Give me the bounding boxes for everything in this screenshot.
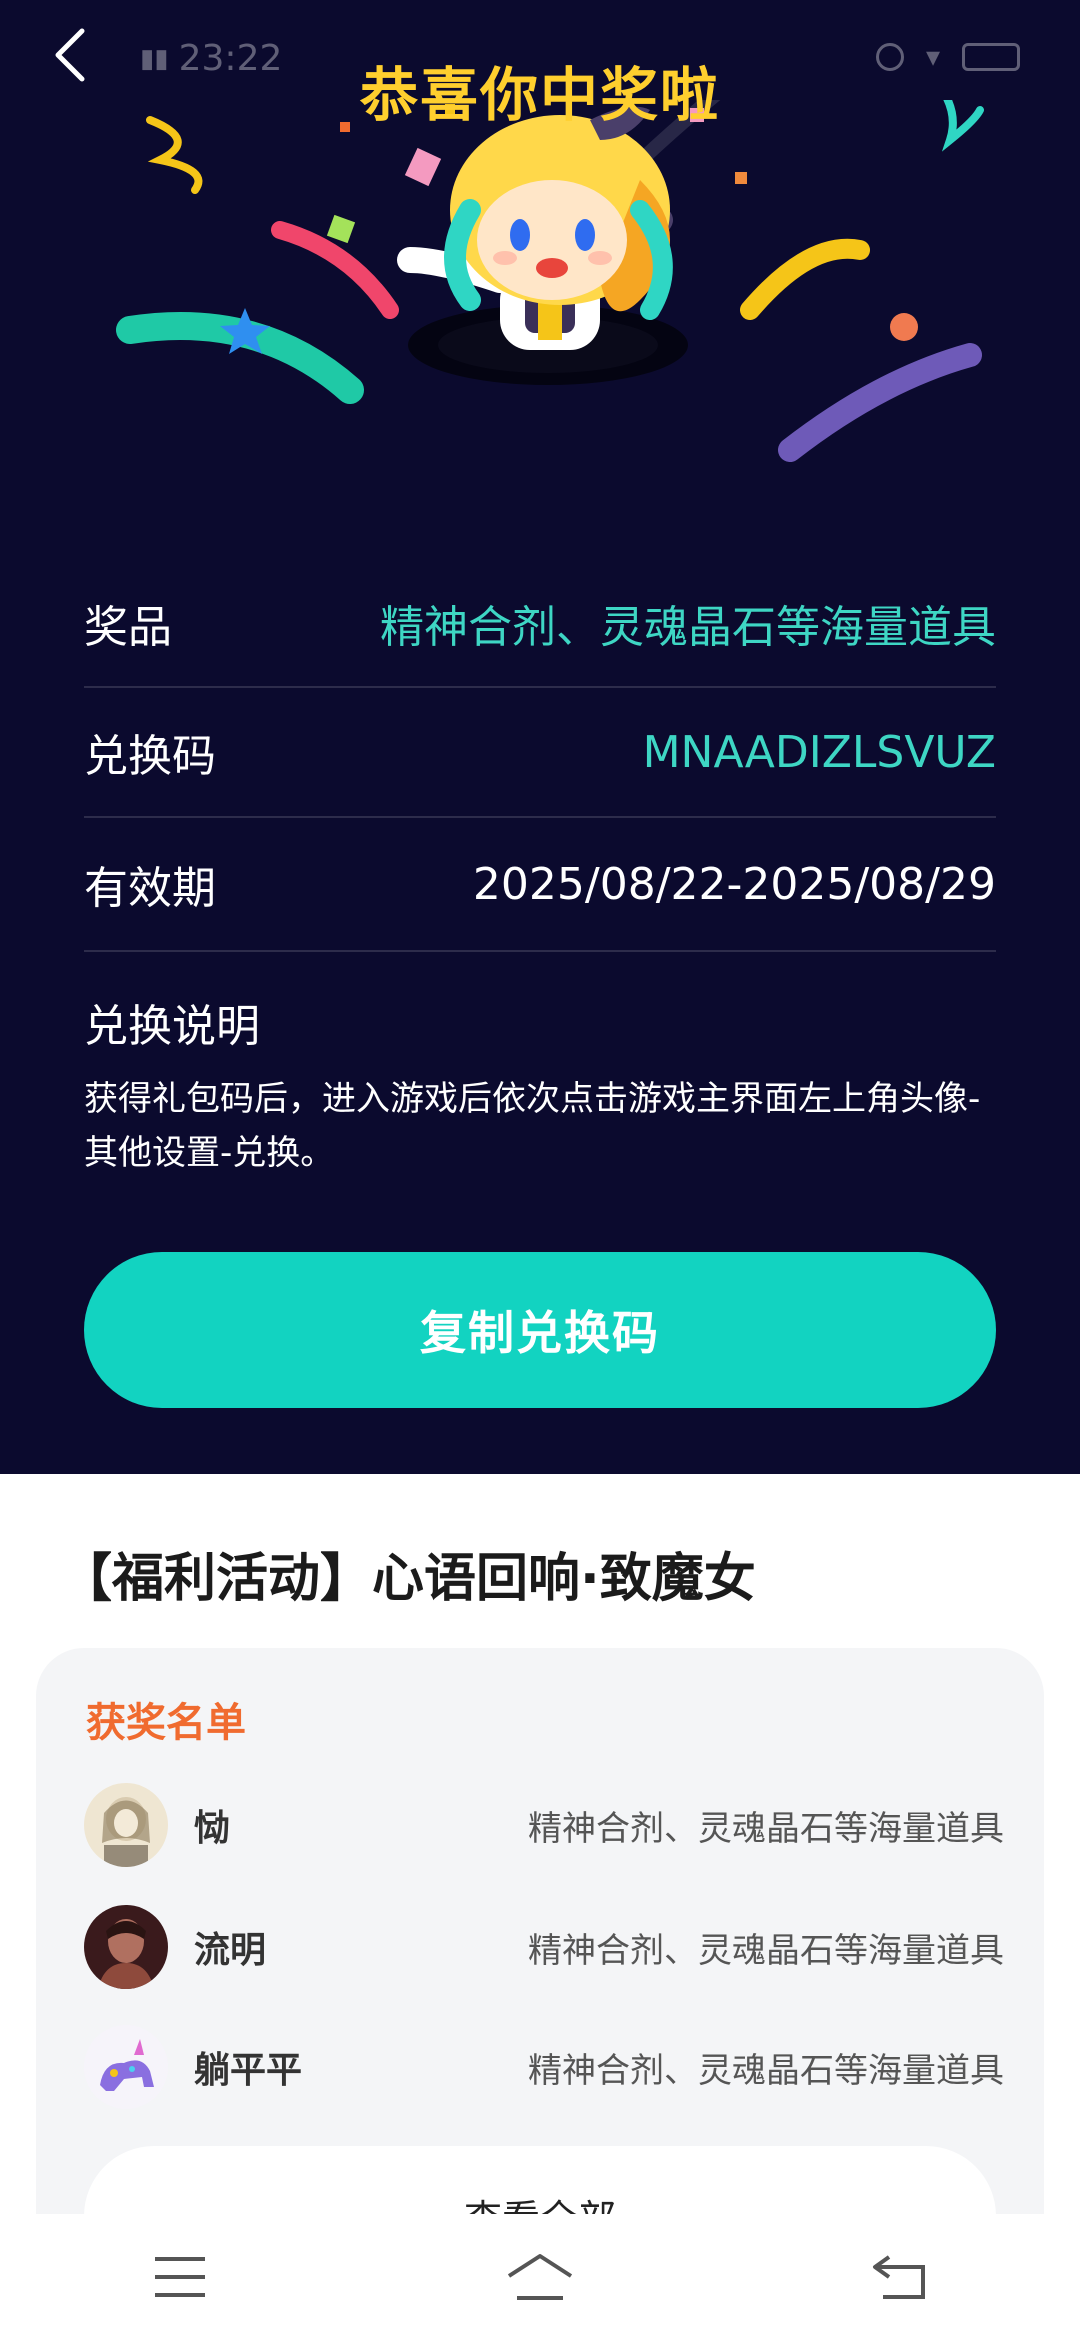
instructions-text: 获得礼包码后，进入游戏后依次点击游戏主界面左上角头像-其他设置-兑换。	[84, 1079, 981, 1173]
page-title: 恭喜你中奖啦	[359, 61, 720, 129]
prize-row: 奖品 精神合剂、灵魂晶石等海量道具	[84, 560, 996, 688]
winner-row: 躺平平 精神合剂、灵魂晶石等海量道具	[84, 2022, 1004, 2112]
winners-heading: 获奖名单	[86, 1700, 246, 1746]
system-nav-bar	[0, 2214, 1080, 2340]
redeem-code-label: 兑换码	[84, 731, 216, 782]
winner-prize: 精神合剂、灵魂晶石等海量道具	[528, 1930, 1004, 1971]
avatar	[84, 1783, 168, 1867]
instructions-title: 兑换说明	[84, 1001, 260, 1052]
avatar	[84, 1905, 168, 1989]
copy-code-button[interactable]: 复制兑换码	[84, 1252, 996, 1408]
menu-icon	[155, 2257, 205, 2297]
menu-nav-button[interactable]	[120, 2237, 240, 2317]
validity-label: 有效期	[84, 863, 216, 914]
activity-title: 【福利活动】心语回响·致魔女	[60, 1549, 756, 1609]
prize-value: 精神合剂、灵魂晶石等海量道具	[380, 602, 996, 653]
back-nav-button[interactable]	[840, 2237, 960, 2317]
winner-name: 流明	[194, 1930, 267, 1971]
redeem-code-row: 兑换码 MNAADIZLSVUZ	[84, 688, 996, 818]
avatar	[84, 2025, 168, 2109]
prize-hero-section: ▮▮ 23:22 ▾ 恭喜你中奖啦 奖品 精神合剂、灵魂晶石等海量道具 兑换码 …	[0, 0, 1080, 1474]
winner-prize: 精神合剂、灵魂晶石等海量道具	[528, 1808, 1004, 1849]
home-nav-button[interactable]	[480, 2237, 600, 2317]
home-icon	[507, 2254, 573, 2300]
redeem-code-value[interactable]: MNAADIZLSVUZ	[643, 727, 996, 778]
celebration-illustration	[116, 100, 984, 462]
validity-row: 有效期 2025/08/22-2025/08/29	[84, 818, 996, 952]
winner-name: 恸	[194, 1808, 231, 1849]
winner-row: 流明 精神合剂、灵魂晶石等海量道具	[84, 1902, 1004, 1992]
return-icon	[873, 2255, 925, 2299]
winner-name: 躺平平	[194, 2050, 303, 2091]
prize-label: 奖品	[84, 602, 172, 653]
validity-value: 2025/08/22-2025/08/29	[472, 858, 996, 910]
winner-prize: 精神合剂、灵魂晶石等海量道具	[528, 2050, 1004, 2091]
winner-row: 恸 精神合剂、灵魂晶石等海量道具	[84, 1780, 1004, 1870]
